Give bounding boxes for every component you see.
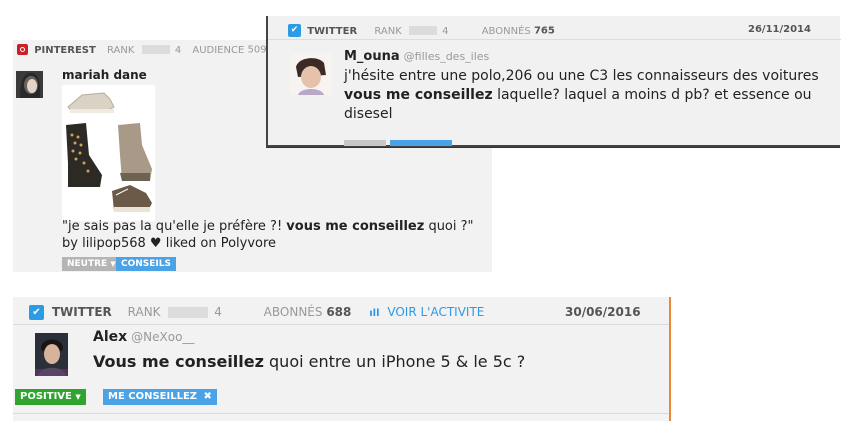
category-tag[interactable]: ME CONSEILLEZ ✖ (103, 389, 217, 405)
post-date: 26/11/2014 (748, 24, 811, 35)
network-name: TWITTER (307, 25, 358, 37)
audience-value: 509 (247, 44, 267, 56)
activity-link[interactable]: ıll VOIR L'ACTIVITE (369, 305, 484, 319)
rank-value: 4 (214, 305, 222, 319)
post-date: 30/06/2016 (565, 305, 641, 319)
category-tag[interactable]: CONSEILS (116, 257, 176, 271)
bar-chart-icon: ıll (369, 308, 380, 319)
chevron-down-icon: ▼ (75, 393, 81, 401)
pin-image[interactable] (62, 85, 155, 221)
twitter-post-card: ✔ TWITTER RANK 4 ABONNÉS 765 26/11/2014 … (266, 16, 841, 147)
sentiment-dropdown[interactable] (344, 140, 386, 146)
twitter-post-card: ✔ TWITTER RANK 4 ABONNÉS 688 ıll VOIR L'… (13, 297, 671, 421)
pinterest-icon (17, 44, 28, 55)
avatar[interactable] (290, 53, 332, 95)
rank-value: 4 (174, 44, 182, 56)
author-name[interactable]: M_ouna @filles_des_iles (344, 49, 489, 64)
rank-bar (168, 307, 209, 318)
chevron-down-icon: ▼ (110, 260, 116, 268)
network-name: TWITTER (51, 305, 112, 319)
close-icon[interactable]: ✖ (204, 391, 212, 402)
twitter-icon: ✔ (29, 305, 44, 320)
author-name[interactable]: Alex @NeXoo__ (93, 329, 194, 345)
rank-label: RANK (374, 25, 402, 37)
post-header: PINTEREST RANK 4 AUDIENCE 509 (17, 44, 267, 56)
avatar[interactable] (35, 333, 68, 376)
followers-label: ABONNÉS (481, 25, 531, 37)
author-handle: @filles_des_iles (403, 50, 490, 63)
rank-bar (408, 26, 437, 35)
audience-label: AUDIENCE (192, 44, 245, 56)
category-tag[interactable] (390, 140, 452, 146)
followers-label: ABONNÉS (263, 305, 323, 319)
author-handle: @NeXoo__ (131, 330, 195, 344)
sentiment-dropdown[interactable]: POSITIVE ▼ (15, 389, 86, 405)
post-header: ✔ TWITTER RANK 4 ABONNÉS 765 26/11/2014 (288, 24, 828, 37)
network-name: PINTEREST (34, 44, 96, 56)
twitter-icon: ✔ (288, 24, 301, 37)
post-header: ✔ TWITTER RANK 4 ABONNÉS 688 ıll VOIR L'… (29, 305, 659, 320)
rank-value: 4 (442, 25, 449, 37)
rank-label: RANK (107, 44, 135, 56)
post-text: "je sais pas la qu'elle je préfère ?! vo… (62, 219, 474, 251)
sentiment-dropdown[interactable]: NEUTRE ▼ (62, 257, 121, 271)
rank-bar (141, 45, 170, 54)
followers-value: 765 (533, 25, 555, 37)
avatar[interactable] (16, 71, 43, 98)
author-name[interactable]: mariah dane (62, 68, 147, 82)
rank-label: RANK (127, 305, 161, 319)
post-text: j'hésite entre une polo,206 ou une C3 le… (344, 68, 819, 122)
post-text: Vous me conseillez quoi entre un iPhone … (93, 352, 526, 371)
followers-value: 688 (326, 305, 352, 319)
